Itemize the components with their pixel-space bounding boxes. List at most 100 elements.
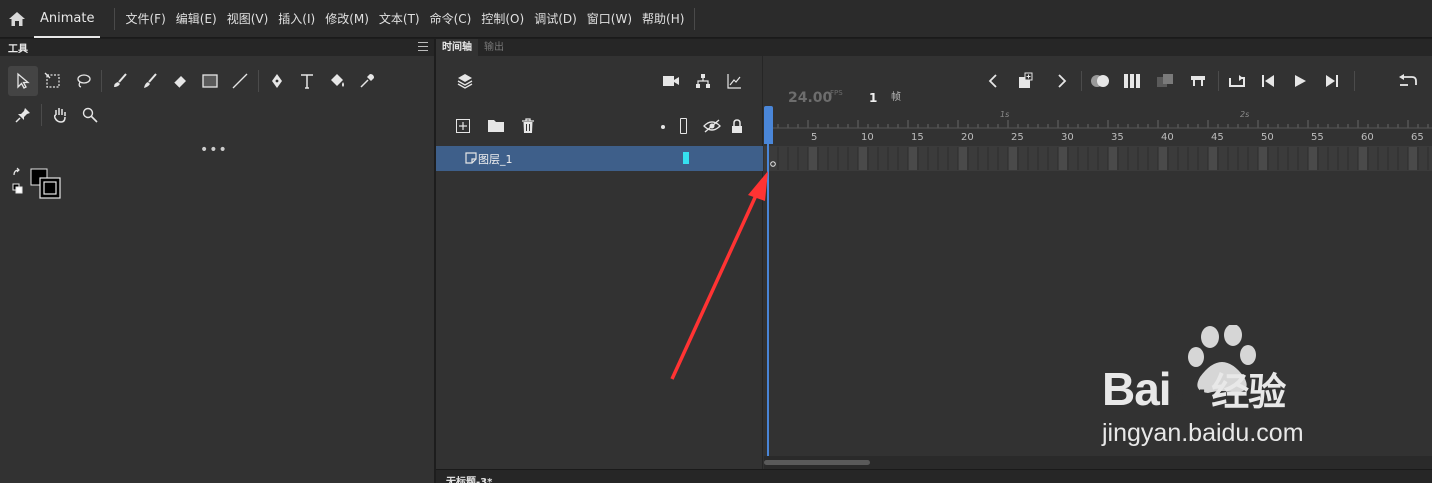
watermark-cn: 经验 [1211, 372, 1286, 414]
brush-tool-icon[interactable] [105, 66, 135, 96]
current-frame[interactable]: 1 [869, 91, 877, 105]
baidu-watermark: Baidu 经验 jingyan.baidu.com [1092, 324, 1362, 455]
fps-unit: FPS [830, 89, 843, 97]
ruler-tick-label: 60 [1361, 132, 1374, 143]
paint-brush-tool-icon[interactable] [135, 66, 165, 96]
menu-item[interactable]: 窗口(W) [587, 10, 632, 27]
pen-tool-icon[interactable] [262, 66, 292, 96]
home-icon[interactable] [0, 0, 34, 38]
watermark-brand: Bai [1102, 363, 1172, 415]
ruler-second-label: 1s [1000, 110, 1009, 119]
document-tab[interactable]: 无标题-3* [446, 473, 492, 483]
default-colors-icon[interactable] [12, 183, 23, 194]
menu-separator [694, 7, 696, 30]
ruler-tick-label: 5 [811, 132, 817, 143]
menu-item[interactable]: 修改(M) [325, 10, 369, 27]
selection-tool-icon[interactable] [8, 66, 38, 96]
loop-playback-icon[interactable] [1226, 71, 1248, 91]
layer-parenting-icon[interactable] [694, 72, 712, 90]
menu-item[interactable]: 文件(F) [125, 10, 165, 27]
tools-panel-title: 工具 [8, 44, 28, 55]
hand-tool-icon[interactable] [45, 100, 75, 130]
play-icon[interactable] [1290, 71, 1310, 91]
menu-item[interactable]: 编辑(E) [176, 10, 217, 27]
graph-icon[interactable] [725, 72, 743, 90]
highlight-layers-icon[interactable] [661, 125, 665, 129]
menu-item[interactable]: 调试(D) [534, 10, 577, 27]
free-transform-tool-icon[interactable] [38, 66, 68, 96]
onion-skin-icon[interactable] [1089, 71, 1111, 91]
ruler-tick-label: 30 [1061, 132, 1074, 143]
toolbar-separator [1218, 71, 1219, 91]
outline-icon[interactable] [680, 118, 687, 134]
tab-output[interactable]: 输出 [478, 39, 510, 56]
menu-bar: Animate 文件(F) 编辑(E) 视图(V) 插入(I) 修改(M) 文本(T) 命令… [0, 0, 1432, 38]
hide-layers-icon[interactable] [702, 118, 722, 134]
frame-unit: 帧 [891, 92, 901, 103]
ruler-tick-label: 25 [1011, 132, 1024, 143]
layer-type-icon [464, 151, 478, 165]
insert-keyframe-icon[interactable] [1016, 71, 1036, 91]
ruler-tick-label: 15 [911, 132, 924, 143]
paint-bucket-tool-icon[interactable] [322, 66, 352, 96]
menu-item[interactable]: 文本(T) [379, 10, 420, 27]
frame-ruler[interactable]: 5 10 15 20 25 30 35 40 45 50 55 60 65 1s 2s [764, 106, 1432, 146]
lock-layers-icon[interactable] [730, 117, 744, 135]
menu-item[interactable]: 命令(C) [430, 10, 472, 27]
menu-item[interactable]: 控制(O) [481, 10, 524, 27]
eyedropper-tool-icon[interactable] [352, 66, 382, 96]
color-swatches [12, 167, 64, 203]
horizontal-scrollbar[interactable] [764, 456, 1432, 469]
delete-layer-icon[interactable] [520, 117, 536, 135]
onion-skin-outlines-icon[interactable] [1155, 71, 1175, 91]
panel-menu-icon[interactable] [418, 42, 428, 51]
ruler-tick-label: 50 [1261, 132, 1274, 143]
tools-panel: 工具 ••• [0, 39, 434, 483]
app-name-tab[interactable]: Animate [34, 0, 101, 38]
timeline-tabbar: 时间轴 输出 [436, 39, 1432, 56]
tool-separator [101, 70, 102, 92]
step-forward-icon[interactable] [1322, 71, 1342, 91]
playhead-handle[interactable] [764, 106, 773, 144]
ruler-second-label: 2s [1240, 110, 1249, 119]
undo-icon[interactable] [1396, 71, 1420, 91]
layer-name[interactable]: 图层_1 [478, 151, 513, 167]
layer-color-marker[interactable] [683, 152, 689, 164]
ruler-tick-label: 20 [961, 132, 974, 143]
line-tool-icon[interactable] [225, 66, 255, 96]
pin-tool-icon[interactable] [8, 100, 38, 130]
previous-keyframe-icon[interactable] [984, 72, 1002, 90]
scrollbar-thumb[interactable] [764, 460, 870, 465]
annotation-arrow [670, 171, 768, 380]
menu-item[interactable]: 帮助(H) [642, 10, 684, 27]
layers-toggle-icon[interactable] [456, 72, 474, 90]
menu-item[interactable]: 视图(V) [227, 10, 269, 27]
step-backward-icon[interactable] [1258, 71, 1278, 91]
ruler-tick-label: 35 [1111, 132, 1124, 143]
center-frame-icon[interactable] [1188, 71, 1208, 91]
next-keyframe-icon[interactable] [1053, 72, 1071, 90]
ruler-tick-label: 45 [1211, 132, 1224, 143]
tool-separator [258, 70, 259, 92]
more-tools-icon[interactable]: ••• [200, 142, 228, 158]
rectangle-tool-icon[interactable] [195, 66, 225, 96]
menu-separator [114, 7, 116, 30]
menu-items: 文件(F) 编辑(E) 视图(V) 插入(I) 修改(M) 文本(T) 命令(C) 控制(O)… [125, 10, 694, 27]
eraser-tool-icon[interactable] [165, 66, 195, 96]
toolbar-separator [1081, 71, 1082, 91]
zoom-tool-icon[interactable] [75, 100, 105, 130]
frames-strip[interactable] [764, 146, 1432, 171]
swap-colors-icon[interactable] [13, 167, 20, 176]
tab-timeline[interactable]: 时间轴 [436, 39, 478, 56]
camera-icon[interactable] [662, 73, 680, 89]
tools-panel-header: 工具 [0, 39, 434, 56]
new-folder-icon[interactable] [487, 118, 505, 134]
text-tool-icon[interactable] [292, 66, 322, 96]
fill-color-swatch[interactable] [39, 177, 61, 199]
document-tabbar: 无标题-3* [436, 469, 1432, 483]
new-layer-icon[interactable] [455, 118, 471, 134]
fps-value[interactable]: 24.00 [788, 90, 832, 106]
menu-item[interactable]: 插入(I) [278, 10, 315, 27]
lasso-tool-icon[interactable] [68, 66, 98, 96]
edit-multiple-frames-icon[interactable] [1122, 71, 1142, 91]
